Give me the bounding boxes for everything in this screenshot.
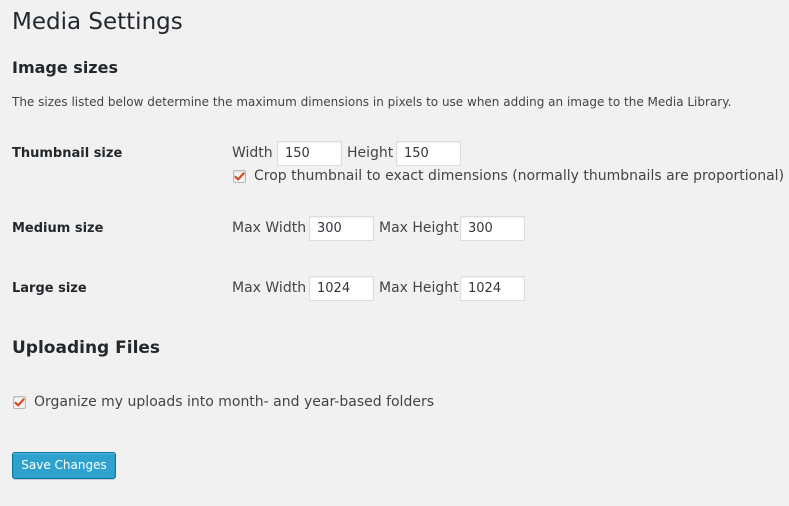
organize-uploads-checkbox[interactable] [13, 396, 26, 409]
large-height-label: Max Height [379, 280, 459, 296]
crop-thumbnail-label: Crop thumbnail to exact dimensions (norm… [254, 168, 785, 184]
large-size-label: Large size [12, 281, 87, 296]
organize-uploads-label: Organize my uploads into month- and year… [34, 394, 434, 410]
image-sizes-description: The sizes listed below determine the max… [12, 95, 732, 109]
save-changes-button[interactable]: Save Changes [12, 452, 116, 479]
page-title: Media Settings [12, 9, 183, 35]
large-height-input[interactable] [460, 276, 525, 301]
medium-size-label: Medium size [12, 221, 104, 236]
checkmark-icon [234, 172, 245, 181]
medium-height-label: Max Height [379, 220, 459, 236]
medium-width-label: Max Width [232, 220, 307, 236]
thumbnail-width-label: Width [232, 145, 273, 161]
uploading-files-heading: Uploading Files [12, 338, 161, 358]
thumbnail-height-label: Height [347, 145, 394, 161]
medium-height-input[interactable] [460, 216, 525, 241]
thumbnail-size-label: Thumbnail size [12, 146, 123, 161]
media-settings-page: Media Settings Image sizes The sizes lis… [0, 0, 789, 506]
large-width-label: Max Width [232, 280, 307, 296]
large-width-input[interactable] [309, 276, 374, 301]
thumbnail-width-input[interactable] [277, 141, 342, 166]
medium-width-input[interactable] [309, 216, 374, 241]
image-sizes-heading: Image sizes [12, 58, 118, 77]
thumbnail-height-input[interactable] [396, 141, 461, 166]
checkmark-icon [14, 398, 25, 407]
crop-thumbnail-checkbox[interactable] [233, 170, 246, 183]
